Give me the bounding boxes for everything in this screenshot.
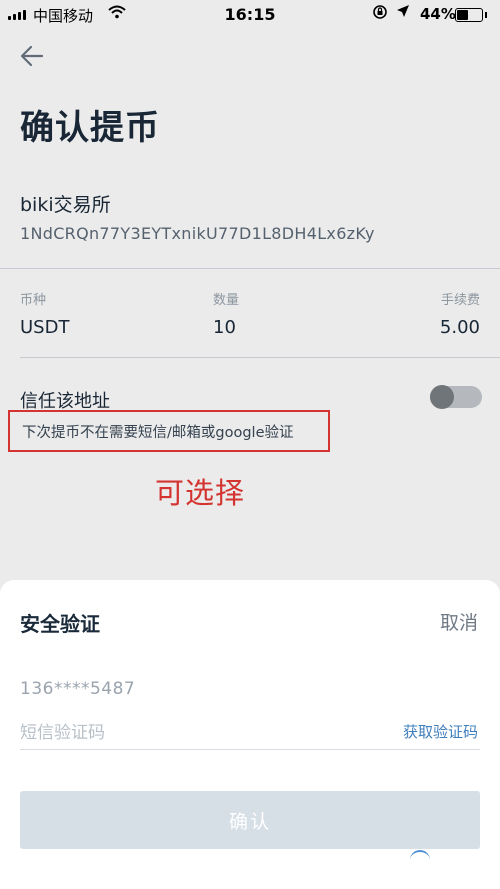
input-underline <box>20 749 480 750</box>
sheet-title: 安全验证 <box>20 612 100 636</box>
confirm-button[interactable]: 确认 <box>20 791 480 849</box>
sms-code-input[interactable] <box>20 720 360 746</box>
home-indicator <box>410 850 430 860</box>
cancel-button[interactable]: 取消 <box>440 608 478 635</box>
masked-phone-number: 136****5487 <box>20 679 136 699</box>
withdraw-confirm-page: 中国移动 16:15 44% 确认提币 biki交易所 1NdCRQn77Y3E… <box>0 0 500 889</box>
get-code-button[interactable]: 获取验证码 <box>403 721 478 742</box>
security-verification-sheet: 安全验证 取消 136****5487 获取验证码 确认 <box>0 580 500 889</box>
